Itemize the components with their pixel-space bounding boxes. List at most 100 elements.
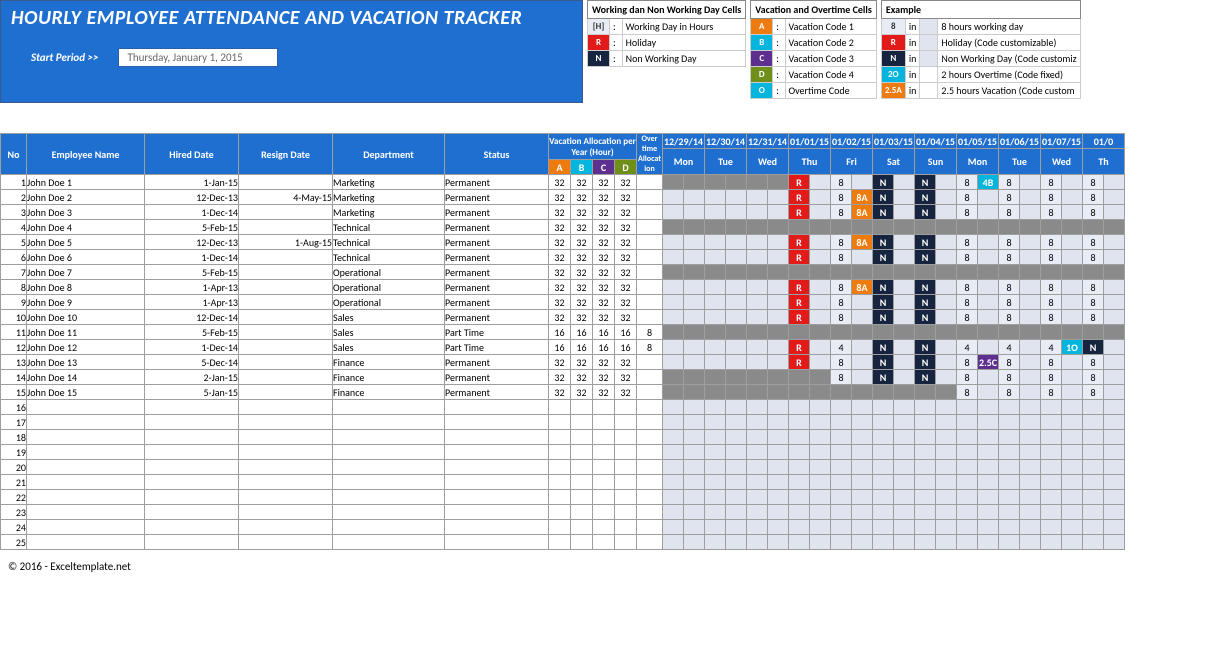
day-cell[interactable]: N bbox=[873, 250, 894, 265]
cell-status[interactable]: Permanent bbox=[445, 205, 549, 220]
cell-hired[interactable]: 12-Dec-13 bbox=[145, 190, 239, 205]
cell-hired[interactable]: 1-Jan-15 bbox=[145, 175, 239, 190]
day-cell-code[interactable] bbox=[726, 250, 747, 265]
day-cell[interactable] bbox=[705, 340, 726, 355]
day-cell-code[interactable] bbox=[684, 190, 705, 205]
day-cell[interactable]: N bbox=[873, 295, 894, 310]
cell-vac[interactable]: 32 bbox=[549, 235, 571, 250]
day-cell[interactable]: R bbox=[789, 295, 810, 310]
day-cell[interactable]: 8 bbox=[957, 385, 978, 400]
day-cell-code[interactable] bbox=[1104, 235, 1125, 250]
cell-no[interactable]: 5 bbox=[1, 235, 27, 250]
day-cell-code[interactable] bbox=[1104, 340, 1125, 355]
cell-no[interactable]: 4 bbox=[1, 220, 27, 235]
day-cell-code[interactable] bbox=[768, 340, 789, 355]
day-cell[interactable] bbox=[1041, 220, 1062, 235]
day-cell-code[interactable] bbox=[894, 310, 915, 325]
day-cell-code[interactable] bbox=[852, 220, 873, 235]
day-cell[interactable] bbox=[999, 265, 1020, 280]
cell-name[interactable]: John Doe 6 bbox=[27, 250, 145, 265]
cell-ot[interactable] bbox=[637, 205, 663, 220]
cell-dept[interactable]: Operational bbox=[333, 295, 445, 310]
day-cell-code[interactable] bbox=[726, 220, 747, 235]
cell-no[interactable]: 11 bbox=[1, 325, 27, 340]
cell-hired[interactable]: 1-Dec-14 bbox=[145, 250, 239, 265]
day-cell[interactable]: N bbox=[915, 295, 936, 310]
cell-vac[interactable]: 32 bbox=[549, 250, 571, 265]
cell-vac[interactable]: 16 bbox=[549, 340, 571, 355]
day-cell-code[interactable] bbox=[894, 325, 915, 340]
day-cell-code[interactable] bbox=[810, 175, 831, 190]
day-cell[interactable] bbox=[1041, 265, 1062, 280]
day-cell-code[interactable] bbox=[810, 280, 831, 295]
day-cell[interactable] bbox=[831, 325, 852, 340]
day-cell[interactable]: 8 bbox=[957, 205, 978, 220]
day-cell-code[interactable] bbox=[894, 175, 915, 190]
day-cell-code[interactable] bbox=[810, 370, 831, 385]
day-cell[interactable] bbox=[789, 325, 810, 340]
cell-vac[interactable]: 32 bbox=[549, 310, 571, 325]
day-cell-code[interactable] bbox=[726, 205, 747, 220]
cell-no[interactable]: 3 bbox=[1, 205, 27, 220]
day-cell[interactable] bbox=[747, 280, 768, 295]
day-cell-code[interactable] bbox=[1062, 175, 1083, 190]
day-cell[interactable]: 8 bbox=[831, 370, 852, 385]
cell-vac[interactable]: 32 bbox=[615, 220, 637, 235]
day-cell-code[interactable] bbox=[1020, 220, 1041, 235]
day-cell-code[interactable] bbox=[684, 325, 705, 340]
cell-status[interactable]: Part Time bbox=[445, 325, 549, 340]
day-cell[interactable] bbox=[747, 325, 768, 340]
cell-hired[interactable]: 1-Apr-13 bbox=[145, 280, 239, 295]
cell-vac[interactable]: 32 bbox=[593, 175, 615, 190]
day-cell-code[interactable] bbox=[726, 385, 747, 400]
cell-dept[interactable]: Finance bbox=[333, 355, 445, 370]
day-cell-code[interactable] bbox=[1062, 325, 1083, 340]
cell-hired[interactable]: 12-Dec-14 bbox=[145, 310, 239, 325]
cell-vac[interactable]: 32 bbox=[593, 370, 615, 385]
day-cell-code[interactable] bbox=[810, 220, 831, 235]
cell-vac[interactable]: 32 bbox=[571, 385, 593, 400]
day-cell[interactable]: N bbox=[873, 205, 894, 220]
day-cell[interactable]: 8 bbox=[999, 310, 1020, 325]
day-cell[interactable] bbox=[999, 325, 1020, 340]
day-cell-code[interactable] bbox=[978, 190, 999, 205]
day-cell[interactable] bbox=[747, 205, 768, 220]
cell-no[interactable]: 13 bbox=[1, 355, 27, 370]
cell-status[interactable]: Permanent bbox=[445, 370, 549, 385]
cell-vac[interactable]: 32 bbox=[571, 310, 593, 325]
cell-vac[interactable]: 32 bbox=[549, 175, 571, 190]
day-cell-code[interactable] bbox=[810, 340, 831, 355]
cell-vac[interactable]: 32 bbox=[571, 280, 593, 295]
day-cell-code[interactable] bbox=[684, 220, 705, 235]
day-cell-code[interactable]: 4B bbox=[978, 175, 999, 190]
cell-name[interactable]: John Doe 12 bbox=[27, 340, 145, 355]
cell-dept[interactable]: Marketing bbox=[333, 205, 445, 220]
day-cell-code[interactable]: 2.5C bbox=[978, 355, 999, 370]
day-cell[interactable] bbox=[747, 310, 768, 325]
day-cell[interactable]: 8 bbox=[1083, 235, 1104, 250]
day-cell-code[interactable] bbox=[852, 265, 873, 280]
day-cell[interactable]: N bbox=[915, 355, 936, 370]
cell-no[interactable]: 18 bbox=[1, 430, 27, 445]
day-cell[interactable]: N bbox=[873, 280, 894, 295]
cell-resign[interactable] bbox=[239, 370, 333, 385]
day-cell[interactable] bbox=[747, 190, 768, 205]
day-cell[interactable] bbox=[915, 220, 936, 235]
day-cell-code[interactable] bbox=[810, 355, 831, 370]
day-cell[interactable]: 8 bbox=[957, 235, 978, 250]
cell-vac[interactable]: 32 bbox=[615, 370, 637, 385]
day-cell-code[interactable] bbox=[978, 235, 999, 250]
day-cell-code[interactable] bbox=[726, 370, 747, 385]
cell-no[interactable]: 10 bbox=[1, 310, 27, 325]
day-cell[interactable]: 4 bbox=[831, 340, 852, 355]
day-cell[interactable]: 8 bbox=[1083, 250, 1104, 265]
day-cell[interactable]: 8 bbox=[957, 190, 978, 205]
day-cell[interactable]: R bbox=[789, 250, 810, 265]
day-cell-code[interactable] bbox=[894, 295, 915, 310]
cell-vac[interactable]: 32 bbox=[593, 235, 615, 250]
cell-ot[interactable] bbox=[637, 175, 663, 190]
day-cell[interactable]: 8 bbox=[1041, 370, 1062, 385]
day-cell-code[interactable] bbox=[684, 250, 705, 265]
cell-vac[interactable]: 32 bbox=[615, 175, 637, 190]
cell-ot[interactable] bbox=[637, 265, 663, 280]
